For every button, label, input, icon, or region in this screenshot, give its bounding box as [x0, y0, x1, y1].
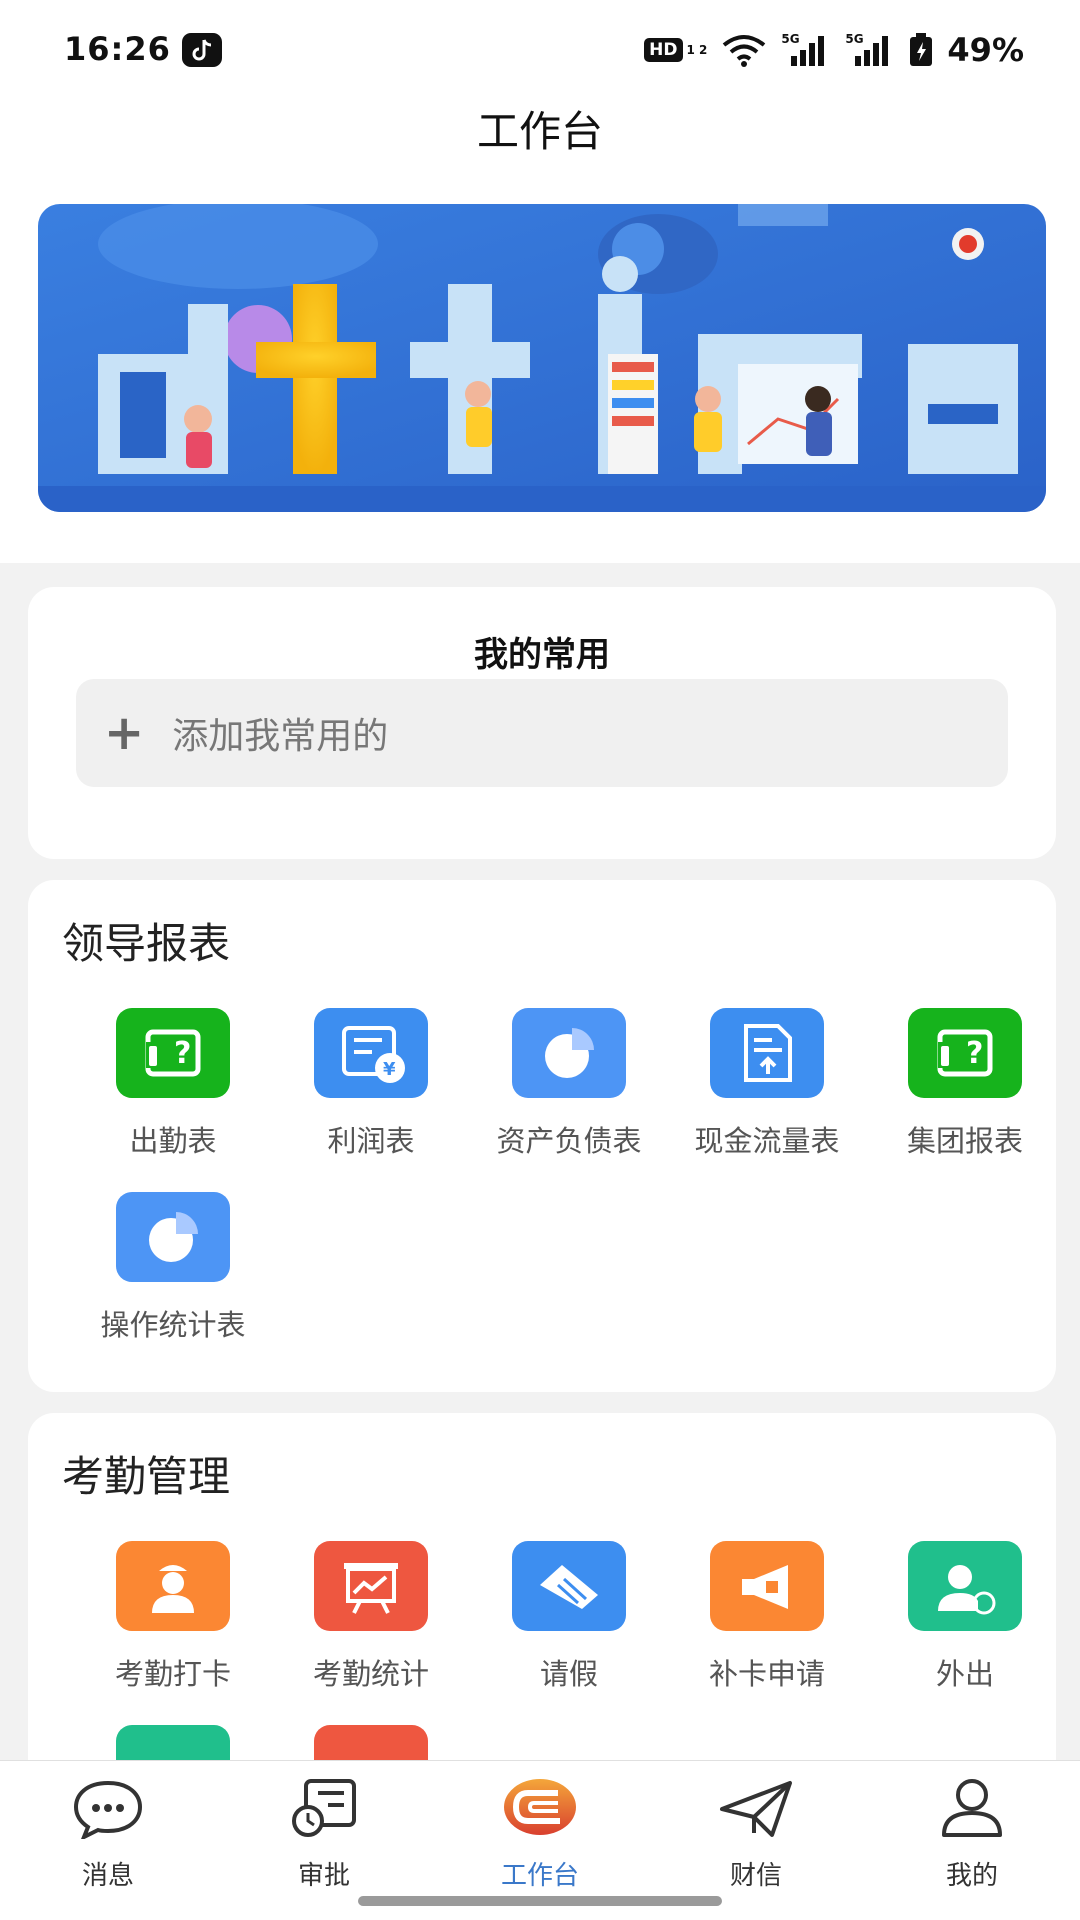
approval-icon	[284, 1775, 364, 1839]
user-profile-icon	[932, 1775, 1012, 1839]
nav-item-messages[interactable]: 消息	[28, 1775, 188, 1891]
report-item-cash-flow[interactable]: 现金流量表	[667, 1008, 867, 1158]
nav-item-workbench[interactable]: 工作台	[460, 1775, 620, 1891]
signal-icon: 5G	[781, 32, 831, 68]
paper-plane-icon	[716, 1775, 796, 1839]
report-label: 操作统计表	[100, 1308, 246, 1342]
signal-icon-2: 5G	[845, 32, 895, 68]
pie-chart-icon	[512, 1008, 626, 1098]
battery-icon	[910, 33, 933, 66]
nav-label: 财信	[729, 1861, 782, 1891]
document-upload-icon	[710, 1008, 824, 1098]
group-report-icon: ?	[908, 1008, 1022, 1098]
attendance-item-makeup[interactable]: 补卡申请	[667, 1541, 867, 1691]
nav-item-approval[interactable]: 审批	[244, 1775, 404, 1891]
svg-text:¥: ¥	[383, 1059, 396, 1080]
chat-bubble-icon	[68, 1775, 148, 1842]
nav-label: 工作台	[500, 1861, 579, 1891]
nav-label: 消息	[81, 1861, 134, 1891]
nav-label: 我的	[945, 1861, 998, 1891]
megaphone-icon	[710, 1541, 824, 1631]
tiktok-notification-icon	[182, 33, 222, 67]
report-item-attendance[interactable]: ? 出勤表	[73, 1008, 273, 1158]
svg-text:?: ?	[174, 1036, 191, 1071]
attendance-sheet-icon: ?	[116, 1008, 230, 1098]
attendance-label: 外出	[935, 1657, 994, 1691]
leader-reports-card: 领导报表 ? 出勤表 ¥ 利润表 资产负债表 现金流量表 ? 集团报表 操作统计…	[28, 880, 1056, 1392]
pie-chart-icon	[116, 1192, 230, 1282]
favorites-title: 我的常用	[474, 635, 610, 675]
attendance-title: 考勤管理	[62, 1452, 231, 1501]
svg-text:?: ?	[966, 1036, 983, 1071]
office-banner[interactable]	[38, 204, 1046, 512]
attendance-item-clock-in[interactable]: 考勤打卡	[73, 1541, 273, 1691]
leader-reports-title: 领导报表	[62, 919, 231, 968]
clock-in-icon	[116, 1541, 230, 1631]
add-favorite-button[interactable]: + 添加我常用的	[76, 679, 1008, 787]
status-bar: 16:26 HD 1 2 5G 5G 49%	[0, 0, 1080, 100]
add-favorite-label: 添加我常用的	[172, 716, 389, 757]
status-right-group: HD 1 2 5G 5G 49%	[644, 28, 1024, 72]
status-time: 16:26	[64, 30, 171, 68]
report-item-balance-sheet[interactable]: 资产负债表	[469, 1008, 669, 1158]
plus-icon: +	[104, 705, 145, 761]
nav-item-profile[interactable]: 我的	[892, 1775, 1052, 1891]
hd-badge: HD	[644, 38, 683, 62]
attendance-item-leave[interactable]: 请假	[469, 1541, 669, 1691]
favorites-card: 我的常用 + 添加我常用的	[28, 587, 1056, 859]
statistics-board-icon	[314, 1541, 428, 1631]
nav-label: 审批	[297, 1861, 350, 1891]
report-item-group[interactable]: ? 集团报表	[865, 1008, 1065, 1158]
attendance-item-go-out[interactable]: 外出	[865, 1541, 1065, 1691]
battery-percent: 49%	[947, 31, 1024, 69]
leave-icon	[512, 1541, 626, 1631]
profit-sheet-icon: ¥	[314, 1008, 428, 1098]
home-indicator[interactable]	[358, 1896, 722, 1906]
report-item-profit[interactable]: ¥ 利润表	[271, 1008, 471, 1158]
report-label: 集团报表	[906, 1124, 1023, 1158]
page-title: 工作台	[476, 107, 603, 156]
nav-item-finance[interactable]: 财信	[676, 1775, 836, 1891]
wifi-icon	[723, 35, 766, 67]
go-out-icon	[908, 1541, 1022, 1631]
report-item-operation-stats[interactable]: 操作统计表	[73, 1192, 273, 1342]
workbench-logo-icon	[500, 1775, 580, 1839]
hd-sub-label: 1 2	[686, 43, 708, 57]
attendance-item-statistics[interactable]: 考勤统计	[271, 1541, 471, 1691]
